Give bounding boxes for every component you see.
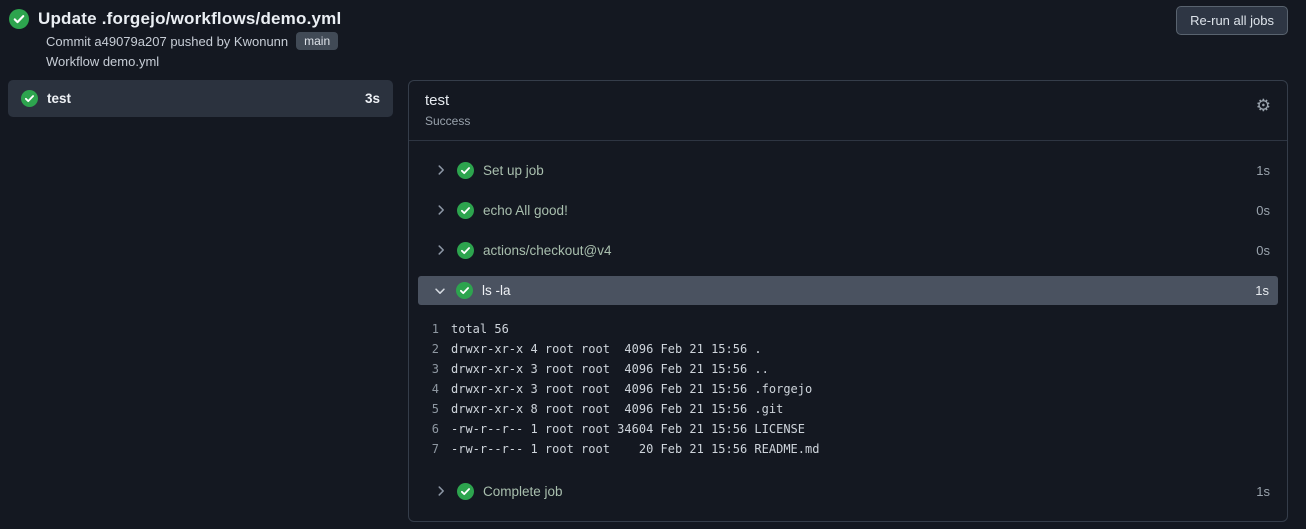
chevron-right-icon: [434, 484, 448, 498]
step-success-icon: [457, 201, 474, 219]
job-success-icon: [21, 90, 38, 107]
step-row-actions-checkout[interactable]: actions/checkout@v4 0s: [409, 230, 1287, 270]
step-name: Complete job: [483, 483, 563, 499]
log-line: 1 total 56: [409, 319, 1287, 339]
commit-middle: pushed by: [166, 33, 234, 49]
job-name: test: [47, 91, 72, 106]
chevron-right-icon: [434, 203, 448, 217]
log-line-text: -rw-r--r-- 1 root root 34604 Feb 21 15:5…: [451, 422, 806, 436]
steps-list: Set up job 1s echo All good! 0s actions/…: [409, 141, 1287, 521]
workflow-line: Workflow demo.yml: [46, 54, 160, 69]
log-line: 7 -rw-r--r-- 1 root root 20 Feb 21 15:56…: [409, 439, 1287, 459]
gear-icon[interactable]: ⚙: [1256, 97, 1271, 114]
commit-prefix: Commit: [46, 33, 95, 49]
step-duration: 0s: [1256, 202, 1270, 218]
log-line-text: drwxr-xr-x 3 root root 4096 Feb 21 15:56…: [451, 382, 813, 396]
commit-line: Commit a49079a207 pushed by Kwonunn main: [9, 32, 1288, 50]
log-line-number[interactable]: 2: [409, 339, 451, 359]
job-duration: 3s: [364, 91, 380, 106]
log-line-number[interactable]: 7: [409, 439, 451, 459]
step-name: Set up job: [483, 162, 544, 178]
step-row-set-up-job[interactable]: Set up job 1s: [409, 150, 1287, 190]
rerun-all-jobs-button[interactable]: Re-run all jobs: [1176, 6, 1288, 35]
step-row-ls-la[interactable]: ls -la 1s: [418, 276, 1278, 305]
job-panel-header: test Success ⚙: [409, 81, 1287, 141]
step-duration: 0s: [1256, 242, 1270, 258]
step-row-echo-all-good[interactable]: echo All good! 0s: [409, 190, 1287, 230]
log-line: 3 drwxr-xr-x 3 root root 4096 Feb 21 15:…: [409, 359, 1287, 379]
step-name: echo All good!: [483, 202, 568, 218]
log-line-number[interactable]: 4: [409, 379, 451, 399]
log-line: 5 drwxr-xr-x 8 root root 4096 Feb 21 15:…: [409, 399, 1287, 419]
commit-author: Kwonunn: [233, 33, 289, 49]
log-line: 2 drwxr-xr-x 4 root root 4096 Feb 21 15:…: [409, 339, 1287, 359]
run-header: Update .forgejo/workflows/demo.yml Commi…: [0, 0, 1306, 73]
chevron-down-icon: [433, 284, 447, 298]
step-log-output: 1 total 56 2 drwxr-xr-x 4 root root 4096…: [409, 310, 1287, 471]
job-detail-panel: test Success ⚙ Set up job 1s echo All go…: [408, 80, 1288, 522]
log-line-text: drwxr-xr-x 4 root root 4096 Feb 21 15:56…: [451, 342, 762, 356]
chevron-right-icon: [434, 163, 448, 177]
commit-sha-link[interactable]: a49079a207: [94, 34, 166, 49]
log-line-text: drwxr-xr-x 8 root root 4096 Feb 21 15:56…: [451, 402, 784, 416]
step-success-icon: [457, 241, 474, 259]
step-duration: 1s: [1256, 162, 1270, 178]
step-success-icon: [456, 282, 473, 299]
log-line: 4 drwxr-xr-x 3 root root 4096 Feb 21 15:…: [409, 379, 1287, 399]
step-name: actions/checkout@v4: [483, 242, 612, 258]
branch-badge[interactable]: main: [296, 32, 339, 50]
step-row-complete-job[interactable]: Complete job 1s: [409, 471, 1287, 511]
chevron-right-icon: [434, 243, 448, 257]
step-success-icon: [457, 482, 474, 500]
log-line-number[interactable]: 6: [409, 419, 451, 439]
log-line-number[interactable]: 5: [409, 399, 451, 419]
jobs-sidebar: test 3s: [8, 80, 393, 117]
step-success-icon: [457, 161, 474, 179]
log-line: 6 -rw-r--r-- 1 root root 34604 Feb 21 15…: [409, 419, 1287, 439]
job-panel-title: test: [425, 92, 450, 109]
step-duration: 1s: [1255, 283, 1269, 298]
step-name: ls -la: [482, 283, 511, 298]
sidebar-job-test[interactable]: test 3s: [8, 80, 393, 117]
log-line-text: drwxr-xr-x 3 root root 4096 Feb 21 15:56…: [451, 362, 769, 376]
log-line-text: -rw-r--r-- 1 root root 20 Feb 21 15:56 R…: [451, 442, 820, 456]
log-line-number[interactable]: 1: [409, 319, 451, 339]
log-line-text: total 56: [451, 322, 509, 336]
page-title: Update .forgejo/workflows/demo.yml: [38, 9, 342, 28]
step-duration: 1s: [1256, 483, 1270, 499]
job-panel-status: Success: [425, 114, 471, 128]
log-line-number[interactable]: 3: [409, 359, 451, 379]
run-success-icon: [9, 9, 29, 29]
